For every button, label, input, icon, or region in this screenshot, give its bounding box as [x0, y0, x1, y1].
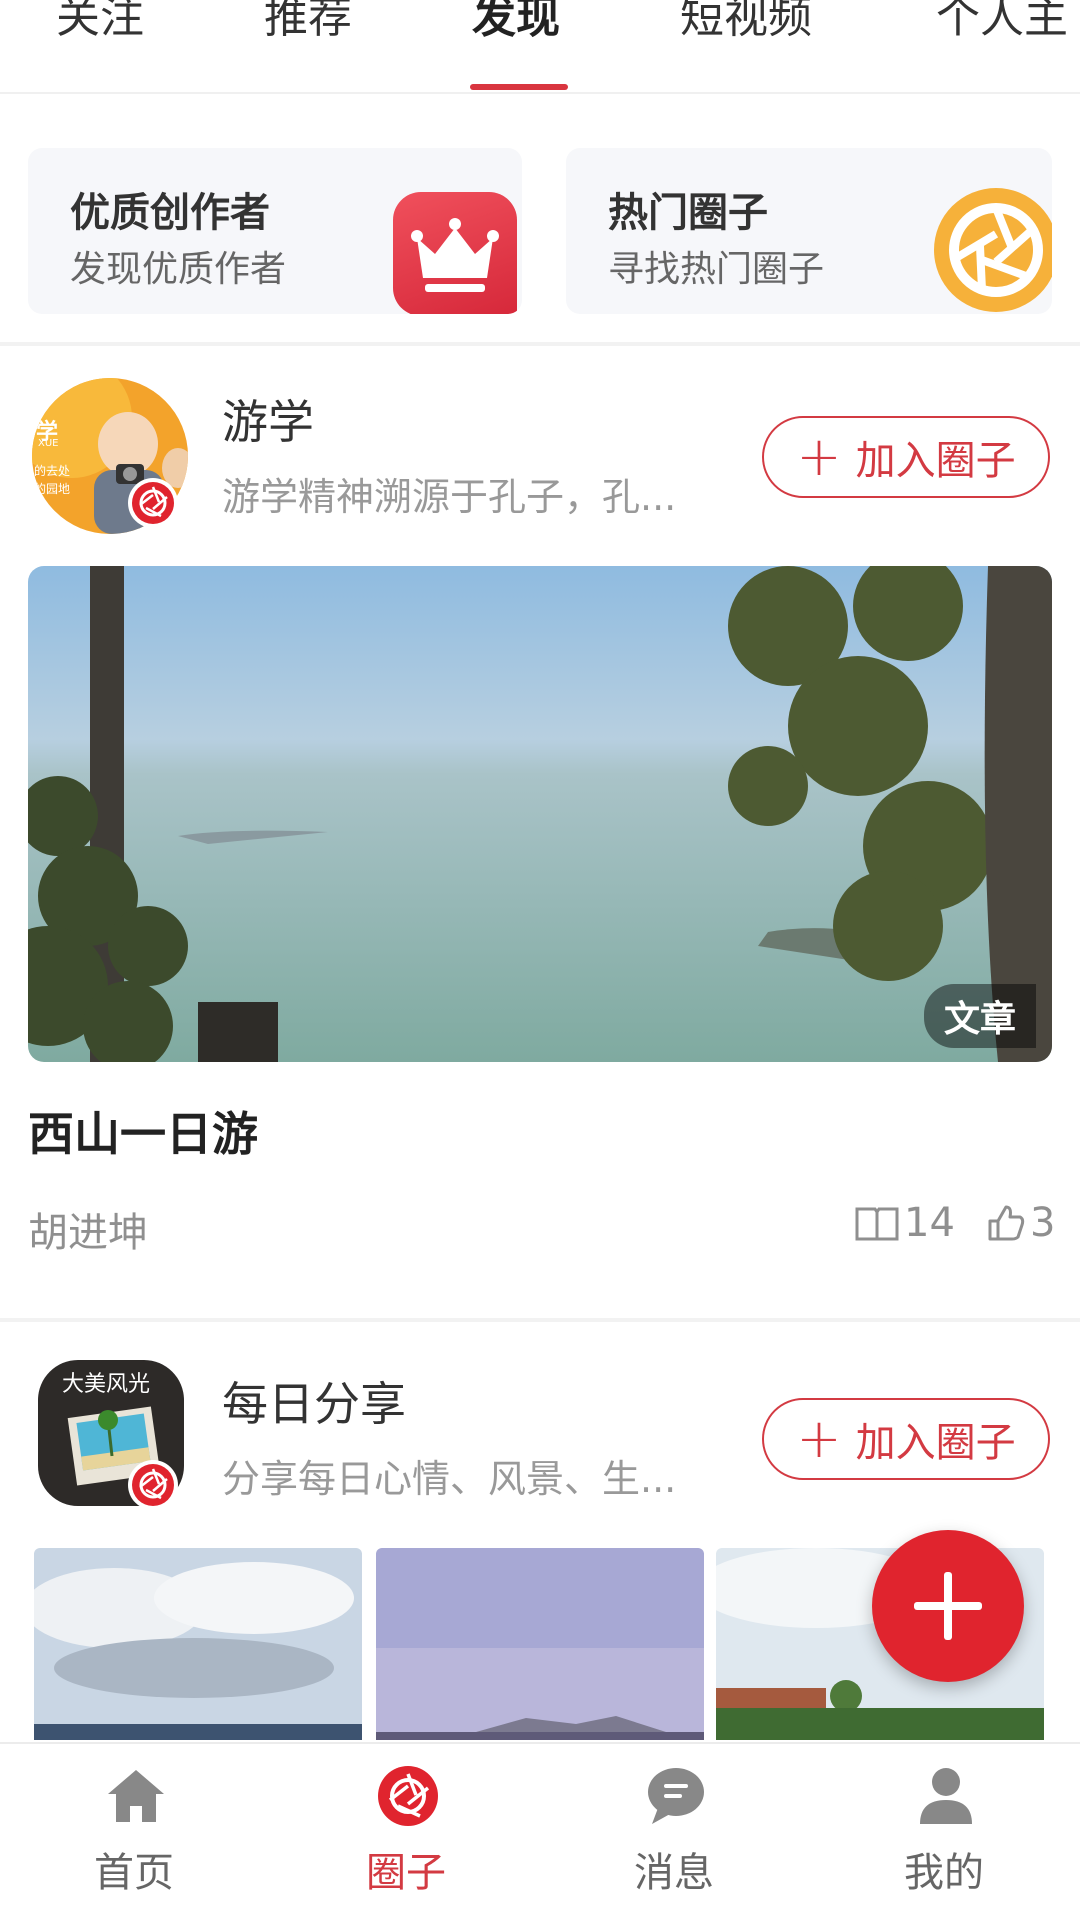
- nav-home[interactable]: 首页: [24, 1744, 244, 1922]
- home-icon: [108, 1770, 164, 1822]
- nav-label: 圈子: [366, 1850, 446, 1896]
- read-count: 14: [854, 1200, 955, 1246]
- tab-discover[interactable]: 发现: [472, 0, 560, 86]
- circle-description: 分享每日心情、风景、生...: [222, 1457, 677, 1501]
- circle-name: 每日分享: [222, 1377, 406, 1431]
- section-divider: [0, 1318, 1080, 1322]
- book-icon: [855, 1207, 899, 1241]
- circle-name: 游学: [222, 395, 314, 449]
- plus-icon: [914, 1572, 982, 1640]
- user-icon: [920, 1768, 972, 1824]
- join-circle-button[interactable]: + 加入圈子: [762, 416, 1050, 498]
- chat-icon: [648, 1768, 704, 1824]
- bottom-navigation: 首页 圈子 消息 我的: [0, 1742, 1080, 1922]
- aperture-badge-icon: [128, 478, 178, 528]
- aperture-icon: [378, 1766, 438, 1826]
- avatar-text: 的去处: [34, 464, 71, 478]
- like-count-value: 3: [1030, 1200, 1056, 1246]
- circle-header-daily-share[interactable]: 大美风光 每日分享 分享每日心情、风景、生... + 加入圈子: [0, 1360, 1080, 1516]
- active-tab-indicator: [470, 84, 568, 90]
- like-count[interactable]: 3: [986, 1200, 1055, 1246]
- feature-title: 热门圈子: [608, 190, 768, 236]
- top-tab-bar: 关注 推荐 发现 短视频 个人主: [0, 0, 1080, 94]
- nav-label: 我的: [904, 1850, 984, 1896]
- aperture-icon: [934, 188, 1052, 312]
- join-circle-label: 加入圈子: [855, 1420, 1016, 1466]
- article-author[interactable]: 胡进坤: [28, 1200, 148, 1258]
- join-circle-button[interactable]: + 加入圈子: [762, 1398, 1050, 1480]
- nav-messages[interactable]: 消息: [564, 1744, 784, 1922]
- nav-label: 首页: [94, 1850, 174, 1896]
- plus-icon: +: [796, 1407, 842, 1470]
- avatar-text: XUE: [38, 438, 59, 449]
- feature-title: 优质创作者: [70, 190, 270, 236]
- create-post-button[interactable]: [872, 1530, 1024, 1682]
- nav-profile[interactable]: 我的: [834, 1744, 1054, 1922]
- section-divider: [0, 342, 1080, 346]
- thumbs-up-icon: [988, 1205, 1025, 1241]
- crown-icon: [393, 192, 517, 314]
- tab-short-video[interactable]: 短视频: [680, 0, 812, 86]
- circle-header-youxue[interactable]: 学 XUE 的去处 的园地 游学 游学精神溯源于孔子，孔... + 加入圈子: [0, 378, 1080, 534]
- plus-icon: +: [796, 425, 842, 488]
- nav-label: 消息: [634, 1850, 714, 1896]
- post-thumbnail[interactable]: [376, 1548, 704, 1740]
- tab-personal[interactable]: 个人主: [936, 0, 1068, 86]
- tab-recommend[interactable]: 推荐: [264, 0, 352, 86]
- feature-card-hot-circles[interactable]: 热门圈子 寻找热门圈子: [566, 148, 1052, 314]
- feature-subtitle: 寻找热门圈子: [608, 249, 825, 290]
- read-count-value: 14: [904, 1200, 955, 1246]
- feature-card-creators[interactable]: 优质创作者 发现优质作者: [28, 148, 522, 314]
- article-cover-image[interactable]: 文章: [28, 566, 1052, 1062]
- aperture-badge-icon: [128, 1460, 178, 1510]
- article-type-tag: 文章: [923, 984, 1036, 1048]
- join-circle-label: 加入圈子: [855, 438, 1016, 484]
- circle-description: 游学精神溯源于孔子，孔...: [222, 475, 677, 519]
- avatar-text: 的园地: [34, 482, 71, 496]
- tab-follow[interactable]: 关注: [56, 0, 144, 86]
- nav-circles[interactable]: 圈子: [296, 1744, 516, 1922]
- post-thumbnail[interactable]: [34, 1548, 362, 1740]
- article-title[interactable]: 西山一日游: [28, 1098, 258, 1164]
- feature-subtitle: 发现优质作者: [70, 249, 287, 290]
- avatar-text: 大美风光: [62, 1372, 151, 1397]
